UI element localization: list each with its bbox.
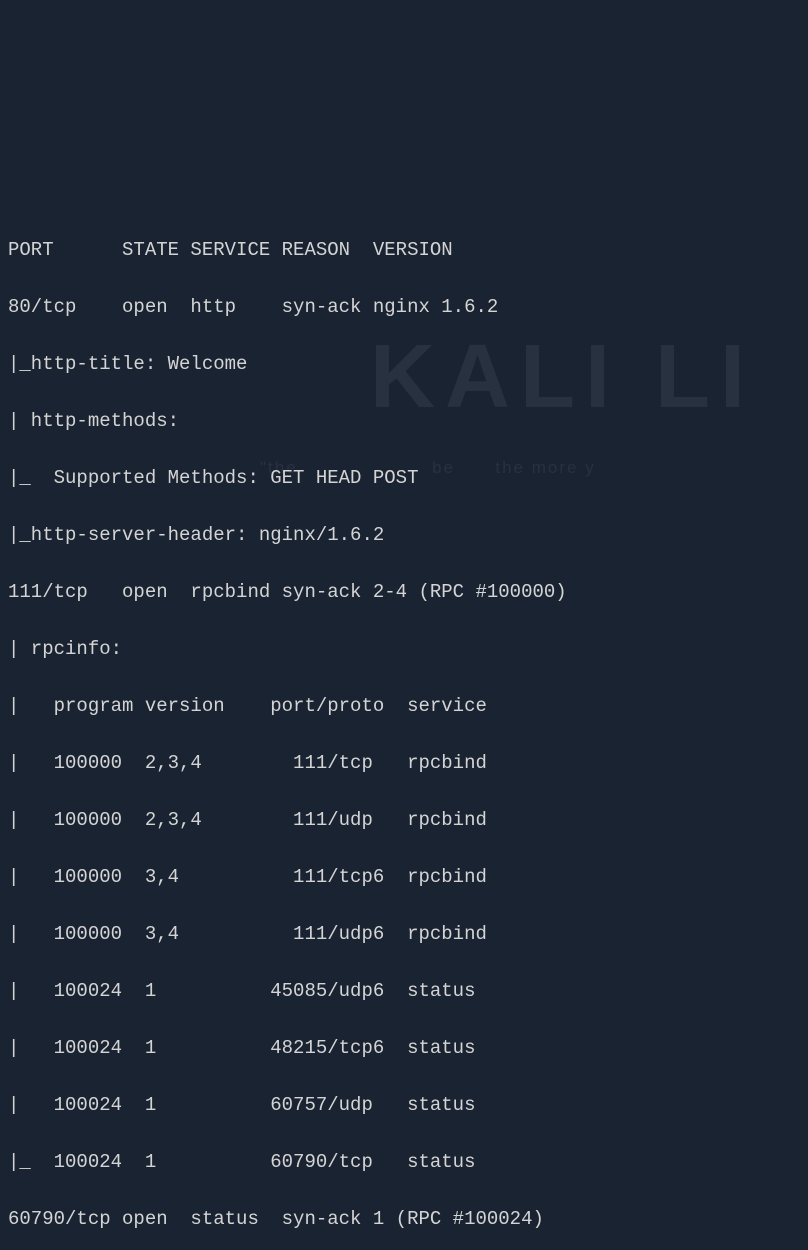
rpcinfo-table-header: | program version port/proto service	[8, 692, 800, 721]
rpcinfo-row: |_ 100024 1 60790/tcp status	[8, 1148, 800, 1177]
http-title: |_http-title: Welcome	[8, 350, 800, 379]
rpcinfo-row: | 100000 2,3,4 111/tcp rpcbind	[8, 749, 800, 778]
scan-header: PORT STATE SERVICE REASON VERSION	[8, 236, 800, 265]
rpcinfo-row: | 100000 2,3,4 111/udp rpcbind	[8, 806, 800, 835]
http-methods-supported: |_ Supported Methods: GET HEAD POST	[8, 464, 800, 493]
rpcinfo-row: | 100024 1 45085/udp6 status	[8, 977, 800, 1006]
terminal-output: PORT STATE SERVICE REASON VERSION 80/tcp…	[8, 208, 800, 1250]
rpcinfo-row: | 100000 3,4 111/tcp6 rpcbind	[8, 863, 800, 892]
rpcinfo-label: | rpcinfo:	[8, 635, 800, 664]
rpcinfo-row: | 100024 1 48215/tcp6 status	[8, 1034, 800, 1063]
port-111-line: 111/tcp open rpcbind syn-ack 2-4 (RPC #1…	[8, 578, 800, 607]
rpcinfo-row: | 100000 3,4 111/udp6 rpcbind	[8, 920, 800, 949]
rpcinfo-row: | 100024 1 60757/udp status	[8, 1091, 800, 1120]
port-80-line: 80/tcp open http syn-ack nginx 1.6.2	[8, 293, 800, 322]
http-methods-label: | http-methods:	[8, 407, 800, 436]
port-60790-line: 60790/tcp open status syn-ack 1 (RPC #10…	[8, 1205, 800, 1234]
http-server-header: |_http-server-header: nginx/1.6.2	[8, 521, 800, 550]
